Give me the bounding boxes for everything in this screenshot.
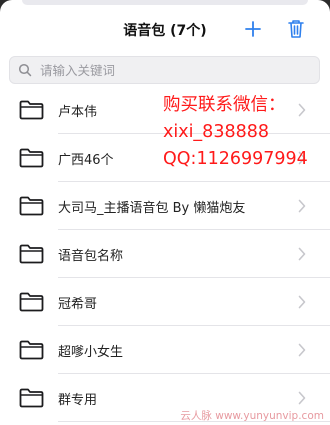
list-item-label: 广西46个 (58, 153, 114, 168)
plus-icon (245, 21, 261, 37)
folder-icon (19, 292, 44, 312)
search-icon (18, 63, 32, 77)
overlay-line-1: 购买联系微信： (163, 95, 286, 115)
list-item-label: 超嗲小女生 (58, 345, 124, 360)
folder-icon (19, 340, 44, 360)
top-strip (22, 0, 308, 5)
folder-icon (19, 100, 44, 120)
folder-icon (19, 196, 44, 216)
chevron-right-icon (298, 295, 306, 309)
list-item[interactable]: 语音包名称 (0, 230, 330, 278)
list-item-label: 语音包名称 (58, 249, 124, 264)
chevron-right-icon (298, 199, 306, 213)
list-item-label: 卢本伟 (58, 105, 98, 120)
list-item[interactable]: 冠希哥 (0, 278, 330, 326)
overlay-line-2: xixi_838888 (163, 122, 269, 142)
chevron-right-icon (298, 391, 306, 405)
page-title: 语音包 (7个) (123, 23, 207, 39)
add-button[interactable] (241, 17, 265, 41)
watermark: 云人脉 www.yunyunvip.com (180, 410, 324, 422)
folder-icon (19, 388, 44, 408)
chevron-right-icon (298, 247, 306, 261)
delete-button[interactable] (284, 17, 308, 41)
overlay-line-3: QQ:1126997994 (163, 149, 308, 169)
list-item[interactable]: 超嗲小女生 (0, 326, 330, 374)
header: 语音包 (7个) (0, 14, 330, 46)
folder-icon (19, 244, 44, 264)
list-item-label: 大司马_主播语音包 By 懒猫炮友 (58, 201, 246, 216)
folder-icon (19, 148, 44, 168)
list-item[interactable]: 大司马_主播语音包 By 懒猫炮友 (0, 182, 330, 230)
trash-icon (288, 20, 304, 38)
list-item-label: 群专用 (58, 393, 98, 408)
list-item-label: 冠希哥 (58, 297, 98, 312)
overlay-contact-text: 购买联系微信： xixi_838888 QQ:1126997994 (163, 92, 308, 173)
voice-pack-sheet: 语音包 (7个) 卢本伟广西46个大司马_主播语音包 By 懒猫炮友语音包名称冠… (0, 0, 330, 425)
search-input[interactable] (40, 57, 310, 83)
search-bar (9, 56, 320, 84)
chevron-right-icon (298, 343, 306, 357)
